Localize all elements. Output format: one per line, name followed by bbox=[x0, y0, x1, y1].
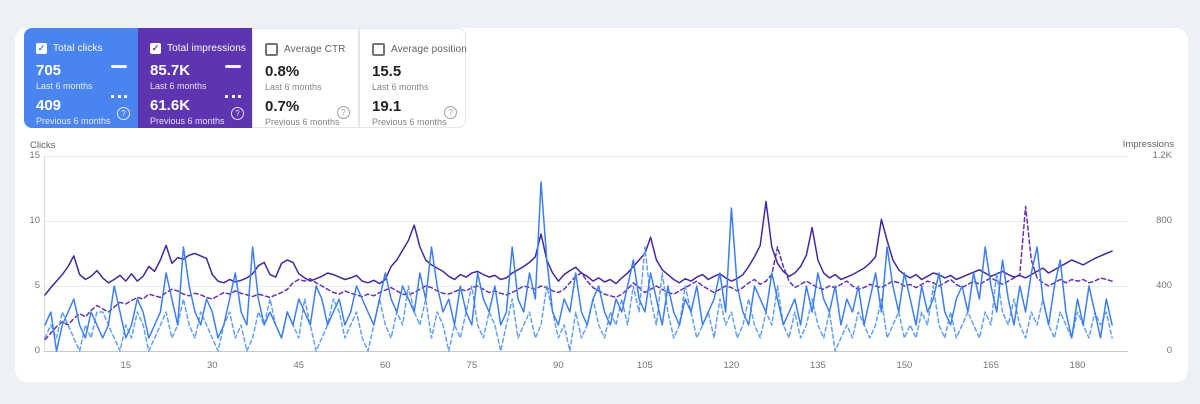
check-icon: ✓ bbox=[37, 42, 46, 53]
check-icon: ✓ bbox=[151, 42, 160, 53]
x-axis-tick: 15 bbox=[120, 360, 132, 371]
chart-plot-area[interactable] bbox=[44, 156, 1114, 352]
x-axis-tick: 30 bbox=[206, 360, 218, 371]
series-clicks-dashed bbox=[44, 246, 1113, 352]
right-axis-title: Impressions bbox=[1122, 139, 1174, 150]
card-label: Average position bbox=[391, 43, 467, 55]
dotted-line-icon bbox=[111, 95, 127, 98]
checkbox-total-clicks[interactable]: ✓ bbox=[36, 42, 47, 54]
card-average-position[interactable]: Average position 15.5 Last 6 months 19.1… bbox=[359, 28, 467, 128]
card-value-prev: 0.7% bbox=[265, 98, 300, 115]
checkbox-total-impressions[interactable]: ✓ bbox=[150, 42, 161, 54]
left-axis-tick: 0 bbox=[34, 345, 40, 356]
x-axis-tick: 150 bbox=[896, 360, 913, 371]
card-total-clicks[interactable]: ✓ Total clicks 705 Last 6 months 409 Pre… bbox=[24, 28, 138, 128]
card-average-ctr[interactable]: Average CTR 0.8% Last 6 months 0.7% Prev… bbox=[252, 28, 359, 128]
card-caption-last: Last 6 months bbox=[36, 81, 93, 91]
help-icon[interactable]: ? bbox=[117, 107, 130, 120]
x-axis-tick: 120 bbox=[723, 360, 740, 371]
card-caption-prev: Previous 6 months bbox=[36, 116, 111, 126]
card-label: Total clicks bbox=[53, 42, 103, 54]
card-caption-prev: Previous 6 months bbox=[265, 117, 340, 127]
card-total-impressions[interactable]: ✓ Total impressions 85.7K Last 6 months … bbox=[138, 28, 252, 128]
card-caption-last: Last 6 months bbox=[150, 81, 207, 91]
x-axis-tick: 105 bbox=[636, 360, 653, 371]
left-axis-tick: 5 bbox=[34, 280, 40, 291]
x-axis-tick: 60 bbox=[380, 360, 391, 371]
x-axis-tick: 90 bbox=[553, 360, 564, 371]
help-icon[interactable]: ? bbox=[231, 107, 244, 120]
x-axis-tick: 180 bbox=[1069, 360, 1086, 371]
card-value-prev: 19.1 bbox=[372, 98, 402, 115]
card-label: Total impressions bbox=[167, 42, 246, 54]
metric-cards-row: ✓ Total clicks 705 Last 6 months 409 Pre… bbox=[24, 28, 467, 128]
card-label: Average CTR bbox=[284, 43, 346, 55]
card-caption-prev: Previous 6 months bbox=[372, 117, 447, 127]
checkbox-average-ctr[interactable] bbox=[265, 42, 278, 56]
card-caption-prev: Previous 6 months bbox=[150, 116, 225, 126]
card-caption-last: Last 6 months bbox=[372, 82, 429, 92]
x-axis-tick: 165 bbox=[983, 360, 999, 371]
card-value-prev: 61.6K bbox=[150, 97, 191, 114]
card-value-last: 15.5 bbox=[372, 63, 402, 80]
x-axis-tick: 45 bbox=[293, 360, 305, 371]
help-icon[interactable]: ? bbox=[444, 106, 457, 119]
right-axis-tick: 800 bbox=[1156, 215, 1172, 226]
left-axis-tick: 15 bbox=[29, 150, 40, 161]
card-value-prev: 409 bbox=[36, 97, 62, 114]
right-axis-tick: 0 bbox=[1166, 345, 1172, 356]
dotted-line-icon bbox=[225, 95, 241, 98]
checkbox-average-position[interactable] bbox=[372, 42, 385, 56]
search-console-performance-page: { "page": {"background": "#edf0f4", "pan… bbox=[0, 0, 1200, 404]
left-axis-tick: 10 bbox=[29, 215, 40, 226]
right-axis-tick: 400 bbox=[1156, 280, 1172, 291]
help-icon[interactable]: ? bbox=[337, 106, 350, 119]
card-value-last: 0.8% bbox=[265, 63, 300, 80]
solid-line-icon bbox=[111, 65, 127, 68]
x-axis-tick: 75 bbox=[466, 360, 478, 371]
card-caption-last: Last 6 months bbox=[265, 82, 322, 92]
x-axis-tick: 135 bbox=[809, 360, 826, 371]
right-axis-tick: 1.2K bbox=[1152, 150, 1172, 161]
solid-line-icon bbox=[225, 65, 241, 68]
